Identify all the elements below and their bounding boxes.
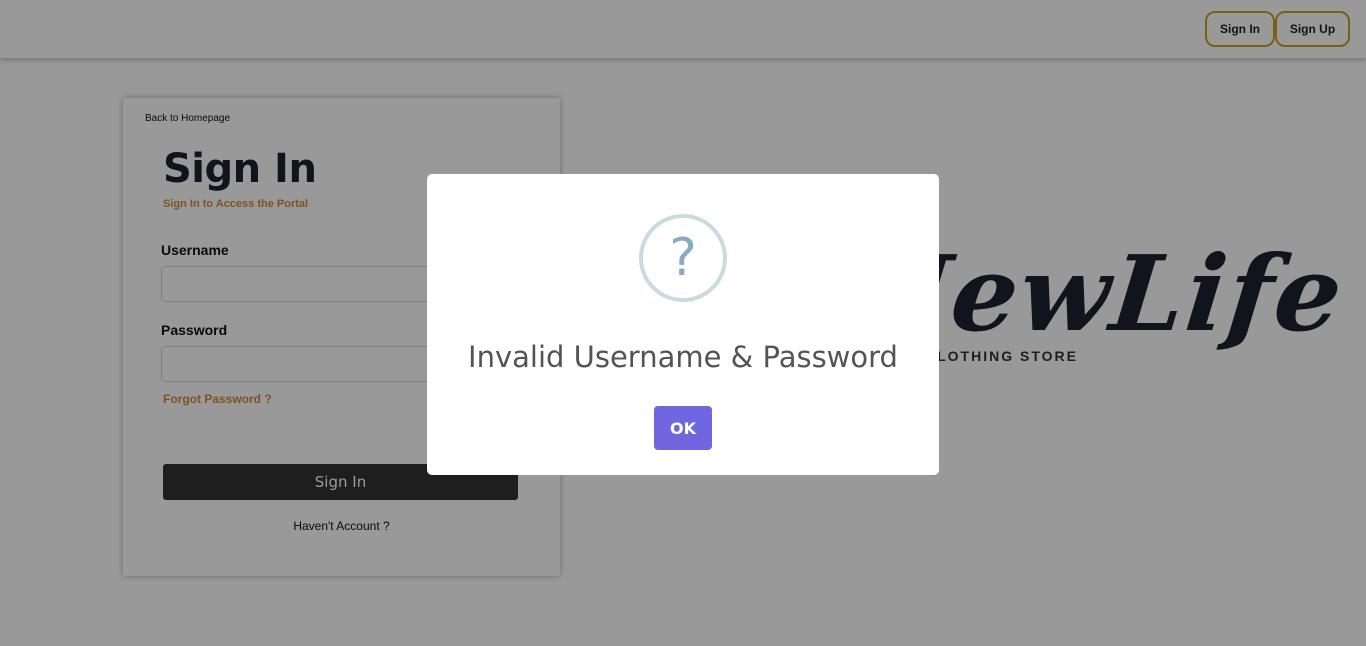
- alert-dialog: ? Invalid Username & Password OK: [427, 174, 939, 475]
- question-glyph: ?: [669, 228, 697, 288]
- ok-button[interactable]: OK: [654, 406, 712, 450]
- dialog-title: Invalid Username & Password: [468, 340, 898, 374]
- page: Sign In Sign Up Back to Homepage Sign In…: [0, 0, 1366, 646]
- question-icon: ?: [639, 214, 727, 302]
